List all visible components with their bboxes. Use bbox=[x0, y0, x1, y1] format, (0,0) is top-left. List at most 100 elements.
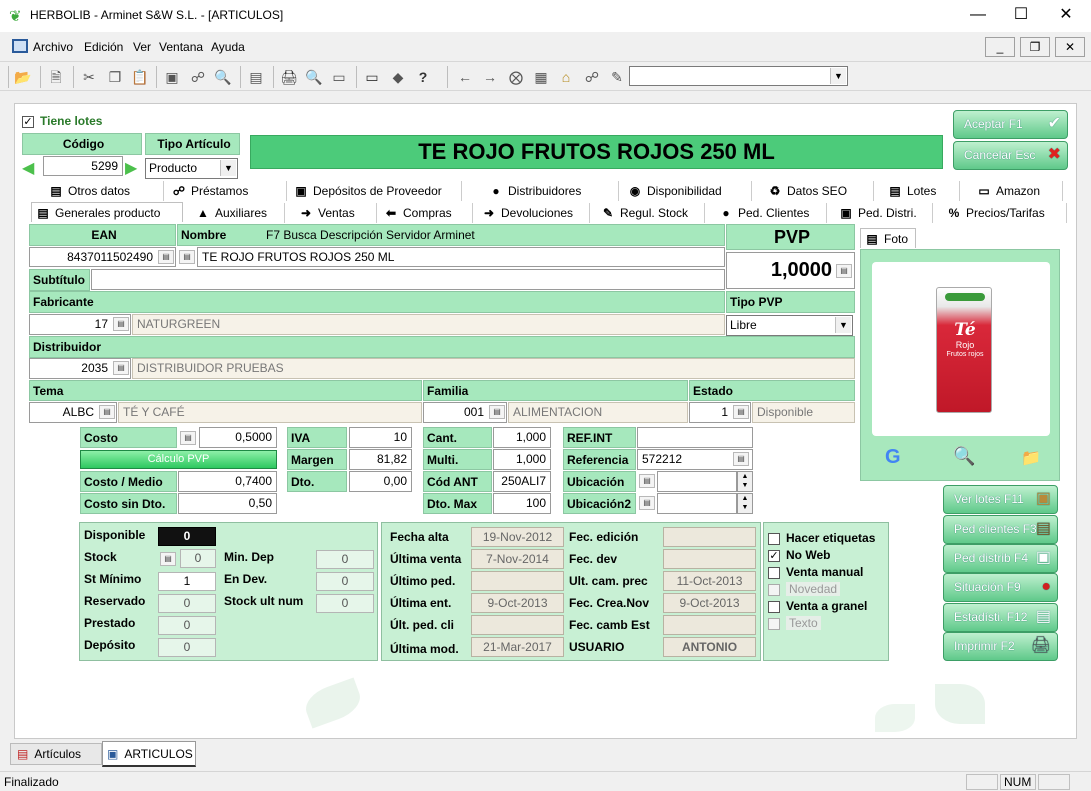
ubicacion-input[interactable] bbox=[657, 471, 737, 492]
screen-icon[interactable]: ▭ bbox=[363, 68, 381, 86]
tab-precios-tarifas[interactable]: % Precios/Tarifas bbox=[943, 203, 1067, 223]
refresh-icon[interactable]: ▦ bbox=[532, 68, 550, 86]
menu-archivo[interactable]: Archivo bbox=[33, 40, 73, 54]
ped-clientes-button[interactable]: Ped clientes F3 ▤ bbox=[943, 515, 1058, 544]
tab-prestamos[interactable]: ☍ Préstamos bbox=[168, 181, 287, 201]
cant-input[interactable]: 1,000 bbox=[493, 427, 551, 448]
maximize-button[interactable]: ☐ bbox=[998, 0, 1044, 32]
tab-ped-clientes[interactable]: ● Ped. Clientes bbox=[715, 203, 827, 223]
lookup-icon[interactable]: ▤ bbox=[489, 405, 505, 419]
edit-icon[interactable]: ✎ bbox=[608, 68, 626, 86]
tab-foto[interactable]: ▤ Foto bbox=[860, 228, 916, 248]
cod-ant-input[interactable]: 250ALI7 bbox=[493, 471, 551, 492]
tab-compras[interactable]: ⬅ Compras bbox=[380, 203, 473, 223]
venta-manual-checkbox[interactable] bbox=[768, 567, 780, 579]
tab-disponibilidad[interactable]: ◉ Disponibilidad bbox=[624, 181, 752, 201]
costo-input[interactable]: 0,5000 bbox=[199, 427, 277, 448]
lookup-icon[interactable]: ▤ bbox=[639, 474, 655, 488]
tab-amazon[interactable]: ▭ Amazon bbox=[973, 181, 1063, 201]
search-web-icon[interactable]: ☍ bbox=[583, 68, 601, 86]
prev-arrow-icon[interactable]: ◀ bbox=[22, 158, 34, 178]
ean-input[interactable]: 8437011502490 bbox=[29, 247, 176, 267]
ped-distrib-button[interactable]: Ped distrib F4 ▣ bbox=[943, 544, 1058, 573]
mdi-restore-button[interactable]: ❐ bbox=[1020, 37, 1050, 57]
tab-articulos-active[interactable]: ▣ ARTICULOS bbox=[102, 741, 196, 767]
costo-sin-dto-input[interactable]: 0,50 bbox=[178, 493, 277, 514]
folder-image-icon[interactable]: 📁 bbox=[1021, 448, 1041, 468]
copy-icon[interactable]: ❐ bbox=[106, 68, 124, 86]
tab-ventas[interactable]: ➜ Ventas bbox=[295, 203, 377, 223]
dto-input[interactable]: 0,00 bbox=[349, 471, 412, 492]
lookup-icon[interactable]: ▤ bbox=[733, 405, 749, 419]
eraser-icon[interactable]: ◆ bbox=[389, 68, 407, 86]
tab-auxiliares[interactable]: ▲ Auxiliares bbox=[192, 203, 285, 223]
margen-input[interactable]: 81,82 bbox=[349, 449, 412, 470]
tab-generales-producto[interactable]: ▤ Generales producto bbox=[31, 202, 183, 222]
subtitulo-input[interactable] bbox=[91, 269, 725, 290]
lookup-icon[interactable]: ▤ bbox=[639, 496, 655, 510]
menu-ayuda[interactable]: Ayuda bbox=[211, 40, 245, 54]
print-icon[interactable]: 🖨 bbox=[280, 68, 298, 86]
tab-regul-stock[interactable]: ✎ Regul. Stock bbox=[597, 203, 705, 223]
ver-lotes-button[interactable]: Ver lotes F11 ▣ bbox=[943, 485, 1058, 514]
tab-datos-seo[interactable]: ♻ Datos SEO bbox=[764, 181, 874, 201]
new-document-icon[interactable]: 🗎 bbox=[47, 68, 65, 86]
mdi-close-button[interactable]: ✕ bbox=[1055, 37, 1085, 57]
lookup-icon[interactable]: ▤ bbox=[160, 552, 176, 566]
tab-lotes[interactable]: ▤ Lotes bbox=[884, 181, 960, 201]
open-folder-icon[interactable]: 📂 bbox=[14, 68, 32, 86]
cancelar-button[interactable]: Cancelar Esc ✖ bbox=[953, 141, 1068, 170]
tipo-articulo-select[interactable]: Producto ▼ bbox=[145, 158, 238, 179]
st-minimo-input[interactable]: 1 bbox=[158, 572, 216, 591]
minimize-button[interactable]: — bbox=[955, 0, 1001, 32]
estadisticas-button[interactable]: Estadísti. F12 ▤ bbox=[943, 603, 1058, 632]
zoom-icon[interactable]: 🔍 bbox=[214, 68, 232, 86]
hacer-etiquetas-checkbox[interactable] bbox=[768, 533, 780, 545]
page-setup-icon[interactable]: ▭ bbox=[330, 68, 348, 86]
back-arrow-icon[interactable]: ← bbox=[456, 68, 474, 86]
search-icon[interactable]: 🔍 bbox=[953, 446, 975, 467]
stop-icon[interactable]: ⨂ bbox=[507, 68, 525, 86]
ubicacion2-spinner[interactable]: ▲ ▼ bbox=[737, 493, 753, 514]
iva-input[interactable]: 10 bbox=[349, 427, 412, 448]
lookup-icon[interactable]: ▤ bbox=[179, 250, 195, 264]
window-icon[interactable]: ▣ bbox=[163, 68, 181, 86]
tab-distribuidores[interactable]: ● Distribuidores bbox=[485, 181, 619, 201]
tab-otros-datos[interactable]: ▤ Otros datos bbox=[45, 181, 164, 201]
situacion-button[interactable]: Situación F9 ● bbox=[943, 573, 1058, 602]
lookup-icon[interactable]: ▤ bbox=[113, 317, 129, 331]
home-icon[interactable]: ⌂ bbox=[557, 68, 575, 86]
lookup-icon[interactable]: ▤ bbox=[733, 452, 749, 466]
tab-devoluciones[interactable]: ➜ Devoluciones bbox=[478, 203, 590, 223]
tab-depositos-proveedor[interactable]: ▣ Depósitos de Proveedor bbox=[290, 181, 462, 201]
menu-edicion[interactable]: Edición bbox=[84, 40, 123, 54]
tab-articulos-window[interactable]: ▤ Artículos bbox=[10, 743, 102, 765]
lookup-icon[interactable]: ▤ bbox=[113, 361, 129, 375]
lookup-icon[interactable]: ▤ bbox=[158, 250, 174, 264]
google-icon[interactable]: G bbox=[885, 446, 901, 469]
lookup-icon[interactable]: ▤ bbox=[180, 431, 196, 445]
tab-ped-distri[interactable]: ▣ Ped. Distri. bbox=[835, 203, 933, 223]
paste-icon[interactable]: 📋 bbox=[131, 68, 149, 86]
no-web-checkbox[interactable]: ✓ bbox=[768, 550, 780, 562]
forward-arrow-icon[interactable]: → bbox=[481, 68, 499, 86]
codigo-input[interactable]: 5299 bbox=[43, 156, 123, 176]
ubicacion-spinner[interactable]: ▲ ▼ bbox=[737, 471, 753, 492]
lookup-icon[interactable]: ▤ bbox=[99, 405, 115, 419]
aceptar-button[interactable]: Aceptar F1 ✔ bbox=[953, 110, 1068, 139]
print-preview-icon[interactable]: 🔍 bbox=[305, 68, 323, 86]
imprimir-button[interactable]: Imprimir F2 🖨 bbox=[943, 632, 1058, 661]
binoculars-icon[interactable]: ☍ bbox=[189, 68, 207, 86]
multi-input[interactable]: 1,000 bbox=[493, 449, 551, 470]
tipo-pvp-select[interactable]: Libre ▼ bbox=[726, 315, 853, 336]
cut-icon[interactable]: ✂ bbox=[80, 68, 98, 86]
nombre-input[interactable]: TE ROJO FRUTOS ROJOS 250 ML bbox=[197, 247, 725, 267]
next-arrow-icon[interactable]: ▶ bbox=[125, 158, 137, 178]
ubicacion2-input[interactable] bbox=[657, 493, 737, 514]
calculo-pvp-button[interactable]: Cálculo PVP bbox=[80, 450, 277, 469]
mdi-minimize-button[interactable]: _ bbox=[985, 37, 1015, 57]
menu-ventana[interactable]: Ventana bbox=[159, 40, 203, 54]
lookup-icon[interactable]: ▤ bbox=[836, 264, 852, 278]
url-combo[interactable]: ▼ bbox=[629, 66, 848, 86]
dto-max-input[interactable]: 100 bbox=[493, 493, 551, 514]
